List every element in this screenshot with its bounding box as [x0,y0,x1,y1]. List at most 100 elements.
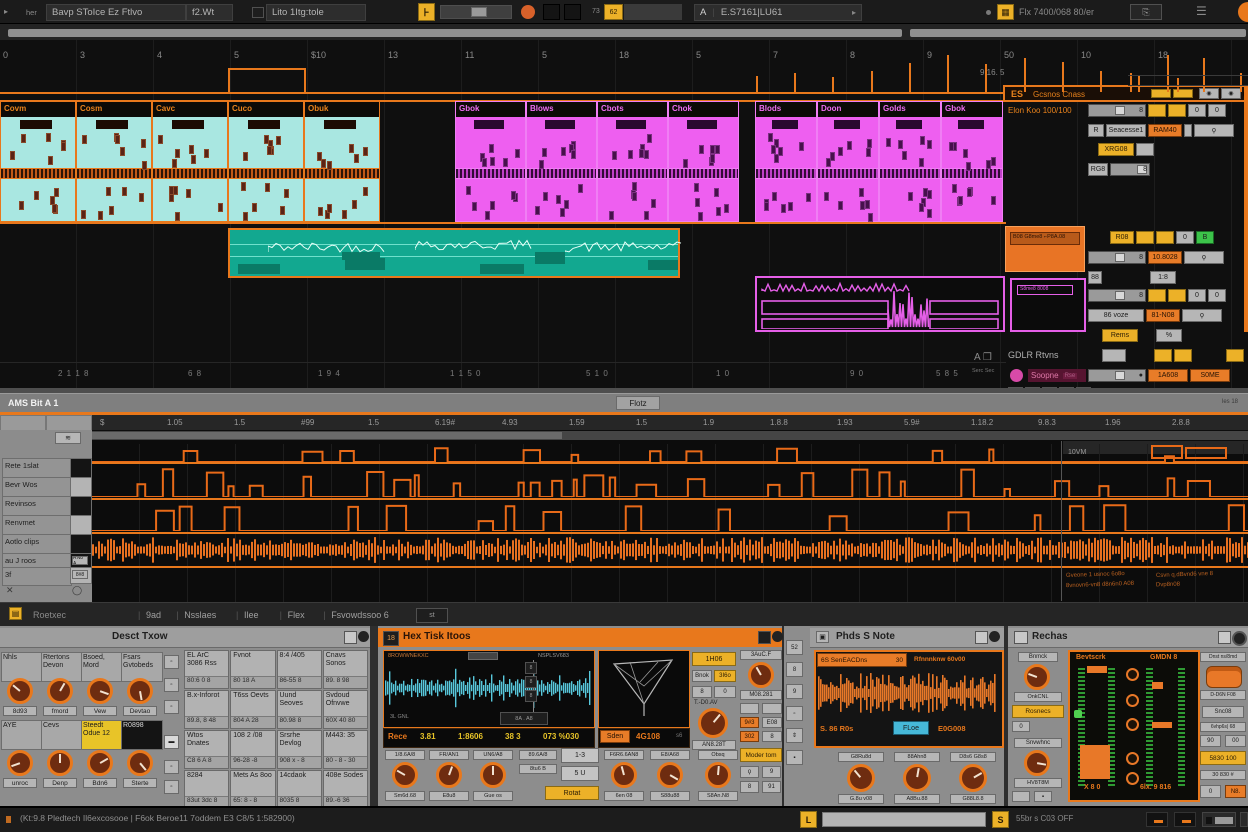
drum-pad[interactable]: Srsrhe Devlog908 x - 8 [277,730,322,769]
mixer-gray-button[interactable]: 1:8 [1150,271,1176,284]
slider-thumb[interactable] [1115,106,1125,115]
midi-clip[interactable]: Gbok [455,101,526,222]
device3-knob[interactable] [847,764,875,792]
editor-strip-chip[interactable]: 8#8 [72,570,88,579]
drum-pad[interactable]: 8:4 /40586-55 8 [277,650,322,689]
midi-clip[interactable]: Cosm [76,101,152,222]
side2-chip[interactable] [762,703,782,714]
follow-button[interactable]: ⊦ [418,3,435,21]
sample-header-chip[interactable] [468,652,498,660]
overview-segment[interactable] [8,29,902,37]
sample-info-value[interactable]: 3.81 [420,732,436,741]
mixer-yellow-button[interactable] [1226,349,1244,362]
meter-knob-dot[interactable] [1126,694,1139,707]
side-button-1[interactable]: 1H06 [692,652,736,666]
slider-thumb[interactable] [1115,371,1125,380]
sample-footer-chip[interactable]: 8A . A8 [500,712,548,725]
detail-tab[interactable]: Fsvowdssoo 6 [331,610,389,620]
mixer-yellow-button[interactable]: R08 [1110,231,1134,244]
mixer-yellow-button[interactable] [1136,231,1154,244]
mixer-yellow-button[interactable] [1168,289,1186,302]
drum-pad[interactable]: Uund Seoves80.98 8 [277,690,322,729]
loop-marker-chip[interactable]: 8 [525,676,537,688]
drum-pad[interactable]: EL ArC 3086 Rss80:6 0 8 [184,650,229,689]
device1-util-button[interactable]: ▫ [164,760,179,774]
quantize-button[interactable]: 62 [604,4,623,20]
mixer-gray-button[interactable] [1136,143,1154,156]
sample-info-value[interactable]: 1:8606 [458,732,483,741]
mixer-yellow-button[interactable] [1156,231,1174,244]
mixer-slider[interactable]: ● [1088,369,1146,382]
device2-value-box[interactable]: 5 U [561,766,599,781]
macro-knob[interactable] [87,750,113,776]
mixer-yellow-button[interactable] [1174,349,1192,362]
mixer-gray-button[interactable]: % [1156,329,1182,342]
freeze-button[interactable]: Flotz [616,396,660,410]
device3-mode-button[interactable]: FLoe [893,721,929,735]
mixer-slider[interactable]: 8 [1088,104,1146,117]
slider-thumb[interactable] [1115,253,1125,262]
drum-pad[interactable]: Mets As 8oo65: 8 - 8 [230,770,275,809]
device2-activator[interactable] [772,631,783,642]
track-knob-button[interactable]: ◉ [1221,88,1241,99]
track2-label[interactable]: Elon Koo 100/100 [1008,106,1072,115]
detail-tab[interactable]: Flex [288,610,305,620]
device3-activator[interactable] [989,631,1000,642]
mixer-gray-button[interactable]: R [1088,124,1104,137]
side-button-2b[interactable]: 3I6o [714,670,736,682]
editor-row-strip[interactable] [70,515,92,535]
device1-util-button[interactable]: ▫ [164,700,179,714]
drum-pad[interactable]: 408e Sodes89.-6 36 [323,770,368,809]
device2-knob[interactable] [705,762,731,788]
master-track-header[interactable]: ES Gcsnos Cnass ◉ ◉ [1003,85,1248,102]
side-button-2a[interactable]: Bnok [692,670,712,682]
mixer-gray-button[interactable]: 88 [1088,271,1102,284]
rack-util-button[interactable]: ⇕ [786,728,803,743]
rack-util-button[interactable]: 9 [786,684,803,699]
meter-knob-dot[interactable] [1126,752,1139,765]
mixer-knob-button[interactable]: 0 [1188,289,1206,302]
macro-knob[interactable] [127,750,153,776]
device2-knob[interactable] [611,762,637,788]
device1-util-button[interactable]: ▫ [164,655,179,669]
midi-clip[interactable]: Blows [526,101,597,222]
meter-knob-dot[interactable] [1126,718,1139,731]
editor-row-label[interactable]: 3f [2,567,72,586]
filter-mode-button[interactable]: Sden [600,730,630,743]
device1-util-button[interactable]: ▫ [164,678,179,692]
device3-knob[interactable] [903,764,931,792]
side2-grid-chip[interactable]: 8 [740,781,759,793]
mixer-gray-button[interactable]: 86 voze [1088,309,1144,322]
mixer-yellow-button[interactable] [1148,289,1166,302]
macro-knob[interactable] [47,678,73,704]
device2-minimize-button[interactable] [758,631,771,644]
dropdown-arrow-icon[interactable]: ▸ [852,8,856,17]
editor-circle-icon[interactable]: ◯ [72,585,84,597]
device4-minimize-button[interactable] [1218,631,1231,644]
collapse-arrow-icon[interactable]: ▸ [4,7,8,16]
editor-row-strip[interactable] [70,534,92,554]
drum-pad[interactable]: 14cdaok8035 8 [277,770,322,809]
loop-marker-chip[interactable]: 8 [525,690,537,702]
meter-knob-dot[interactable] [1126,668,1139,681]
device4-activator[interactable] [1232,631,1247,646]
position-slider-thumb[interactable] [471,7,487,17]
mixer-slider[interactable]: 8 [1088,289,1146,302]
detail-tab[interactable]: Nsslaes [184,610,216,620]
meter-knob-dot[interactable] [1126,772,1139,785]
magenta-box-clip[interactable]: S8me8 8008 [1010,278,1086,332]
mixer-gray-button[interactable] [1102,349,1126,362]
drum-pad[interactable]: B.x-Inforot89.8, 8 48 [184,690,229,729]
mixer-knob-button[interactable]: 0 [1208,104,1226,117]
device4-yellow-button[interactable]: Rosnecs [1012,705,1064,718]
detail-tab[interactable]: Ilee [244,610,259,620]
audio-clip-teal[interactable] [228,228,680,278]
drum-pad[interactable]: Wtos DnatesC8 6 A 8 [184,730,229,769]
returns-label[interactable]: GDLR Rtvns [1008,350,1059,360]
device4-chip[interactable]: ▪ [1034,791,1052,802]
mixer-orange-button[interactable]: RAM40 [1148,124,1182,137]
editor-row-strip[interactable]: 8#8 [70,567,92,584]
mixer-orange-button[interactable]: 10.8028 [1148,251,1182,264]
macro-knob[interactable] [47,750,73,776]
rack-util-button[interactable]: ▫ [786,706,803,721]
